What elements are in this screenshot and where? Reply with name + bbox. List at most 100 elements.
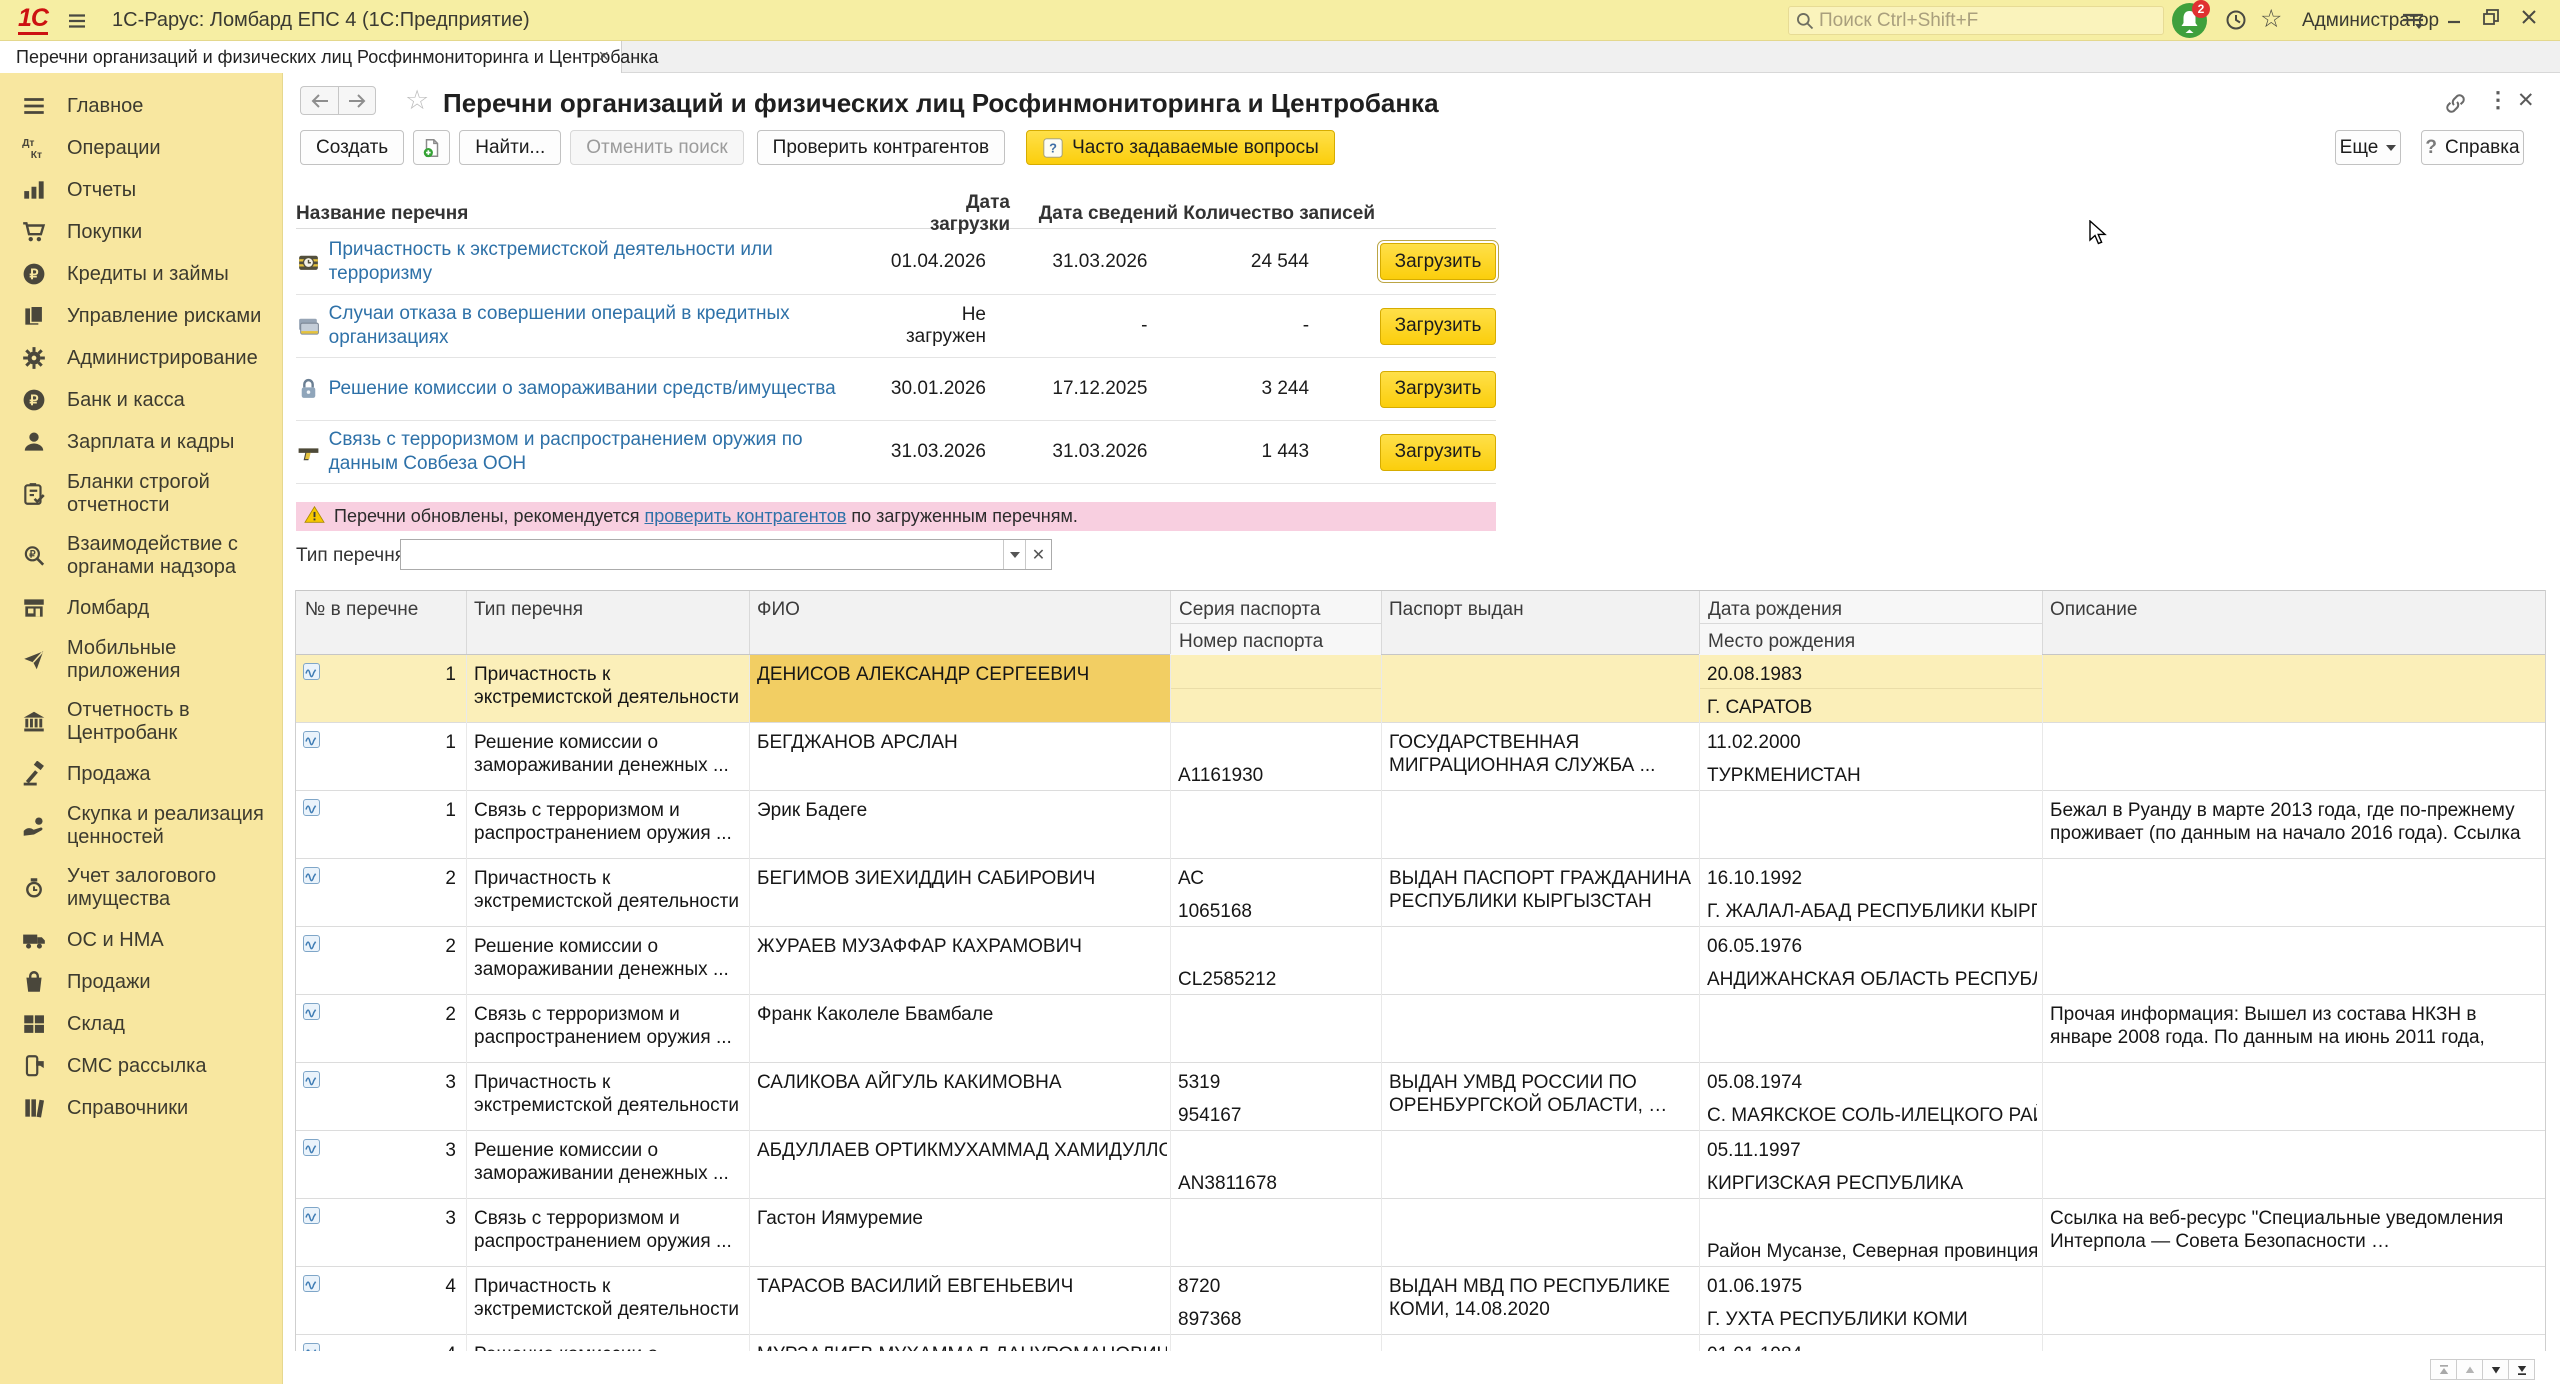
back-button[interactable] (300, 86, 338, 115)
sidebar-item-5[interactable]: Управление рисками (0, 295, 282, 337)
grid-row[interactable]: 2 Решение комиссии о замораживании денеж… (296, 927, 2545, 995)
grid-row[interactable]: 2 Связь с терроризмом и распространением… (296, 995, 2545, 1063)
find-button[interactable]: Найти... (459, 130, 562, 165)
list-type-filter-input[interactable] (401, 540, 1003, 569)
scroll-up-button[interactable] (2456, 1359, 2483, 1380)
sidebar-item-20[interactable]: СМС рассылка (0, 1045, 282, 1087)
sidebar-item-2[interactable]: Отчеты (0, 169, 282, 211)
cancel-search-button[interactable]: Отменить поиск (570, 130, 744, 165)
notifications-bell-icon[interactable]: 2 (2172, 0, 2210, 38)
list-name-link[interactable]: Случаи отказа в совершении операций в кр… (329, 302, 886, 350)
list-name-link[interactable]: Связь с терроризмом и распространением о… (329, 428, 886, 476)
grid-row[interactable]: 3 Причастность к экстремистской деятельн… (296, 1063, 2545, 1131)
load-button[interactable]: Загрузить (1380, 370, 1497, 408)
list-info-date: 31.03.2026 (1052, 250, 1148, 272)
sidebar-item-6[interactable]: Администрирование (0, 337, 282, 379)
sidebar-item-9[interactable]: Бланки строгой отчетности (0, 463, 282, 525)
records-grid-header: № в перечне Тип перечня ФИО Серия паспор… (296, 590, 2545, 655)
main-menu-icon[interactable] (64, 9, 90, 38)
col-load-date: Дата загрузки (930, 191, 1010, 235)
check-counterparties-link[interactable]: проверить контрагентов (645, 506, 847, 526)
load-button[interactable]: Загрузить (1380, 433, 1497, 471)
scroll-down-button[interactable] (2482, 1359, 2509, 1380)
sidebar-item-label: ОС и НМА (67, 928, 164, 951)
grid-row[interactable]: 4 Решение комиссии о МУРЗАЛИЕВ МУХАММАД … (296, 1335, 2545, 1351)
tab-perechni[interactable]: Перечни организаций и физических лиц Рос… (0, 41, 658, 73)
add-favorite-star-icon[interactable]: ☆ (405, 85, 429, 116)
faq-button[interactable]: ? Часто задаваемые вопросы (1026, 130, 1335, 165)
load-button[interactable]: Загрузить (1377, 240, 1500, 283)
list-record-count: - (1302, 315, 1310, 336)
global-search-input[interactable] (1819, 7, 2159, 34)
restore-button[interactable] (2482, 8, 2500, 32)
grid-row[interactable]: 3 Связь с терроризмом и распространением… (296, 1199, 2545, 1267)
dropdown-caret-icon[interactable] (1003, 540, 1025, 569)
list-name-link[interactable]: Причастность к экстремистской деятельнос… (329, 238, 886, 286)
minimize-button[interactable] (2446, 8, 2462, 32)
sidebar-item-13[interactable]: Отчетность в Центробанк (0, 691, 282, 753)
close-window-button[interactable] (2520, 8, 2538, 32)
cell-fio: БЕГИМОВ ЗИЕХИДДИН САБИРОВИЧ (757, 868, 1096, 889)
sidebar-item-7[interactable]: ₽ Банк и касса (0, 379, 282, 421)
help-button[interactable]: ? Справка (2421, 130, 2524, 165)
clear-filter-icon[interactable]: ✕ (1025, 540, 1051, 569)
cell-fio: ДЕНИСОВ АЛЕКСАНДР СЕРГЕЕВИЧ (757, 664, 1090, 685)
grid-row[interactable]: 2 Причастность к экстремистской деятельн… (296, 859, 2545, 927)
cell-num: 3 (445, 1140, 456, 1161)
scroll-top-button[interactable] (2430, 1359, 2457, 1380)
create-button[interactable]: Создать (300, 130, 405, 165)
sidebar-item-1[interactable]: Дт Кт Операции (0, 127, 282, 169)
shop-icon (21, 595, 47, 621)
lists-table-header: Название перечня Дата загрузки Дата свед… (296, 192, 1496, 235)
sidebar-item-16[interactable]: Учет залогового имущества (0, 857, 282, 919)
sidebar-item-19[interactable]: Склад (0, 1003, 282, 1045)
user-menu-icon[interactable] (2400, 10, 2426, 37)
cell-passport-issued: ВЫДАН ПАСПОРТ ГРАЖДАНИНА РЕСПУБЛИКИ КЫРГ… (1389, 868, 1692, 912)
more-actions-icon[interactable]: ⋮ (2487, 87, 2509, 113)
tab-close-icon[interactable]: × (598, 46, 609, 67)
favorites-star-icon[interactable]: ☆ (2260, 4, 2282, 34)
col-description: Описание (2050, 599, 2138, 620)
cell-type: Связь с терроризмом и распространением о… (474, 1208, 732, 1252)
scroll-bottom-button[interactable] (2508, 1359, 2535, 1380)
cell-birth-date: 06.05.1976 (1707, 936, 1803, 957)
dtkt-icon: Дт Кт (21, 135, 47, 161)
list-row: Случаи отказа в совершении операций в кр… (296, 295, 1497, 358)
sidebar-item-10[interactable]: ₽ Взаимодействие с органами надзора (0, 525, 282, 587)
more-button[interactable]: Еще (2335, 130, 2401, 165)
list-info-date: - (1141, 315, 1148, 336)
grid-row[interactable]: 1 Связь с терроризмом и распространением… (296, 791, 2545, 859)
sidebar-item-17[interactable]: ОС и НМА (0, 919, 282, 961)
sidebar-item-14[interactable]: Продажа (0, 753, 282, 795)
grid-row[interactable]: 4 Причастность к экстремистской деятельн… (296, 1267, 2545, 1335)
forward-button[interactable] (338, 86, 376, 115)
load-button[interactable]: Загрузить (1380, 307, 1497, 345)
sidebar-item-0[interactable]: Главное (0, 85, 282, 127)
cell-description: Бежал в Руанду в марте 2013 года, где по… (2050, 800, 2521, 844)
hand-coin-icon (21, 813, 47, 839)
sidebar-item-15[interactable]: Скупка и реализация ценностей (0, 795, 282, 857)
sidebar-item-label: Зарплата и кадры (67, 430, 235, 453)
cell-birth-place: Г. УХТА РЕСПУБЛИКИ КОМИ (1707, 1309, 1968, 1330)
list-load-date: Не загружен (905, 304, 986, 347)
list-name-link[interactable]: Решение комиссии о замораживании средств… (329, 377, 886, 401)
get-link-icon[interactable] (2443, 91, 2468, 121)
sidebar-item-21[interactable]: Справочники (0, 1087, 282, 1129)
check-counterparties-button[interactable]: Проверить контрагентов (756, 130, 1006, 165)
grid-row[interactable]: 1 Причастность к экстремистской деятельн… (296, 655, 2545, 723)
cell-birth-place: Район Мусанзе, Северная провинция, … (1707, 1241, 2037, 1262)
sidebar-item-11[interactable]: Ломбард (0, 587, 282, 629)
grid-row[interactable]: 3 Решение комиссии о замораживании денеж… (296, 1131, 2545, 1199)
list-load-date: 01.04.2026 (890, 250, 986, 272)
global-search[interactable] (1788, 6, 2164, 35)
create-copy-button[interactable] (413, 130, 451, 165)
sidebar-item-8[interactable]: Зарплата и кадры (0, 421, 282, 463)
grid-row[interactable]: 1 Решение комиссии о замораживании денеж… (296, 723, 2545, 791)
list-info-date: 17.12.2025 (1052, 378, 1148, 399)
sidebar-item-3[interactable]: Покупки (0, 211, 282, 253)
sidebar-item-12[interactable]: Мобильные приложения (0, 629, 282, 691)
sidebar-item-18[interactable]: Продажи (0, 961, 282, 1003)
sidebar-item-4[interactable]: ₽ Кредиты и займы (0, 253, 282, 295)
history-icon[interactable] (2224, 8, 2248, 37)
close-form-icon[interactable]: ✕ (2517, 88, 2535, 113)
